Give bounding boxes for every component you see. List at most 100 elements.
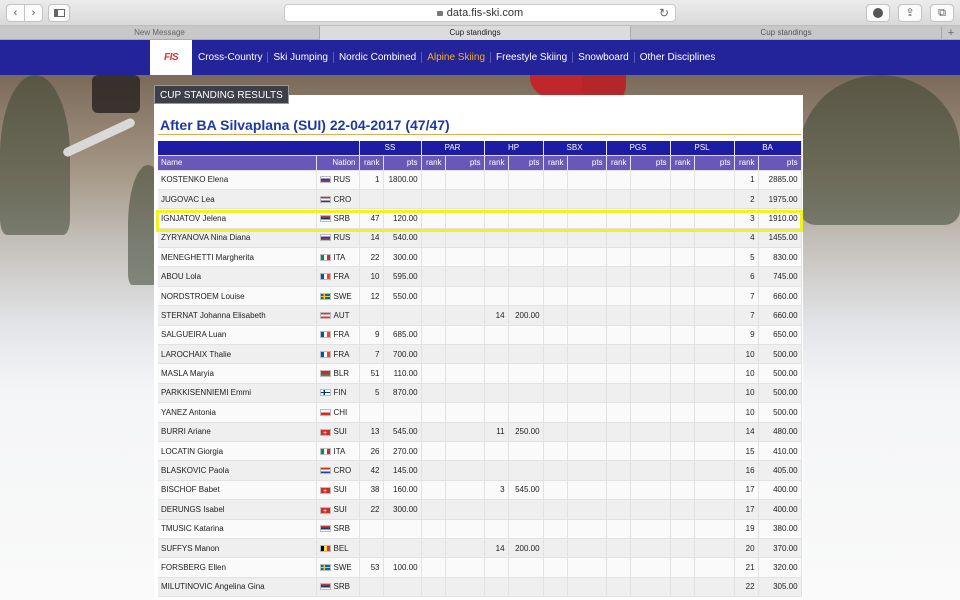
sidebar-toggle-button[interactable] — [48, 4, 70, 22]
par-pts-header[interactable]: pts — [445, 155, 485, 171]
athlete-name[interactable]: SUFFYS Manon — [158, 538, 317, 559]
par-rank-cell — [421, 325, 446, 346]
athlete-name[interactable]: SALGUEIRA Luan — [158, 325, 317, 346]
sbx-pts-cell — [567, 538, 607, 559]
tab-cup-standings-active[interactable]: Cup standings — [320, 26, 631, 40]
table-row[interactable]: DERUNGS Isabel + SUI 22 300.00 17 400.00 — [158, 499, 802, 520]
table-row[interactable]: BISCHOF Babet + SUI 38 160.00 3 545.00 17 400.00 — [158, 480, 802, 501]
sbx-rank-header[interactable]: rank — [543, 155, 568, 171]
table-row[interactable]: LOCATIN Giorgia ITA 26 270.00 15 410.00 — [158, 441, 802, 462]
table-row[interactable]: SUFFYS Manon BEL 14 200.00 20 370.00 — [158, 538, 802, 559]
athlete-name[interactable]: BISCHOF Babet — [158, 480, 317, 501]
fis-logo[interactable]: FIS — [150, 40, 192, 75]
table-row[interactable]: PARKKISENNIEMI Emmi FIN 5 870.00 10 500.00 — [158, 383, 802, 404]
athlete-name[interactable]: ABOU Lola — [158, 266, 317, 287]
nation-column-header[interactable]: Nation — [316, 155, 360, 171]
table-row[interactable]: JUGOVAC Lea CRO 2 1975.00 — [158, 189, 802, 210]
ba-pts-header[interactable]: pts — [758, 155, 802, 171]
nation-code: SUI — [333, 504, 347, 514]
pgs-rank-cell — [606, 499, 631, 520]
nav-link-alpine-skiing[interactable]: Alpine Skiing — [421, 52, 490, 63]
athlete-name[interactable]: BLASKOVIC Paola — [158, 460, 317, 481]
forward-button[interactable]: › — [24, 4, 43, 22]
par-pts-cell — [445, 189, 485, 210]
athlete-name[interactable]: YANEZ Antonia — [158, 402, 317, 423]
athlete-name[interactable]: PARKKISENNIEMI Emmi — [158, 383, 317, 404]
athlete-name[interactable]: MENEGHETTI Margherita — [158, 247, 317, 268]
sbx-rank-cell — [543, 247, 568, 268]
table-row[interactable]: LAROCHAIX Thalie FRA 7 700.00 10 500.00 — [158, 344, 802, 365]
pgs-rank-header[interactable]: rank — [606, 155, 631, 171]
par-rank-header[interactable]: rank — [421, 155, 446, 171]
table-row[interactable]: MASLA Maryia BLR 51 110.00 10 500.00 — [158, 363, 802, 384]
sbx-pts-cell — [567, 557, 607, 578]
hp-rank-cell: 11 — [484, 422, 509, 442]
ss-pts-header[interactable]: pts — [383, 155, 422, 171]
athlete-name[interactable]: MILUTINOVIC Angelina Gina — [158, 577, 317, 598]
ba-pts-cell: 830.00 — [758, 247, 802, 268]
sbx-rank-cell — [543, 344, 568, 365]
athlete-name[interactable]: MASLA Maryia — [158, 363, 317, 384]
par-pts-cell — [445, 383, 485, 404]
hp-pts-header[interactable]: pts — [508, 155, 544, 171]
group-header-hp: HP — [484, 141, 544, 156]
table-row[interactable]: STERNAT Johanna Elisabeth AUT 14 200.00 7 660… — [158, 305, 802, 326]
athlete-name[interactable]: DERUNGS Isabel — [158, 499, 317, 520]
sbx-pts-header[interactable]: pts — [567, 155, 607, 171]
nav-link-other-disciplines[interactable]: Other Disciplines — [633, 52, 721, 63]
nav-link-cross-country[interactable]: Cross-Country — [198, 52, 267, 63]
table-row[interactable]: YANEZ Antonia CHI 10 500.00 — [158, 402, 802, 423]
sbx-rank-cell — [543, 402, 568, 423]
athlete-name[interactable]: LAROCHAIX Thalie — [158, 344, 317, 365]
table-row[interactable]: MILUTINOVIC Angelina Gina SRB 22 305.00 — [158, 577, 802, 598]
table-row[interactable]: ABOU Lola FRA 10 595.00 6 745.00 — [158, 266, 802, 287]
tab-overview-button[interactable]: ⧉ — [930, 4, 954, 22]
athlete-name[interactable]: TMUSIC Katarina — [158, 519, 317, 539]
athlete-name[interactable]: KOSTENKO Elena — [158, 170, 317, 190]
table-row[interactable]: KOSTENKO Elena RUS 1 1800.00 1 2885.00 — [158, 170, 802, 190]
athlete-name[interactable]: NORDSTROEM Louise — [158, 286, 317, 307]
table-row[interactable]: MENEGHETTI Margherita ITA 22 300.00 5 830.00 — [158, 247, 802, 268]
tab-new-message[interactable]: New Message — [0, 26, 320, 40]
ba-rank-cell: 9 — [734, 325, 759, 346]
ss-rank-header[interactable]: rank — [359, 155, 384, 171]
athlete-name[interactable]: JUGOVAC Lea — [158, 189, 317, 210]
nation-cell: + SUI — [316, 480, 360, 501]
ba-pts-cell: 400.00 — [758, 480, 802, 501]
reload-icon[interactable]: ↻ — [659, 5, 669, 21]
athlete-name[interactable]: STERNAT Johanna Elisabeth — [158, 305, 317, 326]
title-divider — [158, 134, 801, 135]
table-row[interactable]: FORSBERG Ellen SWE 53 100.00 21 320.00 — [158, 557, 802, 578]
tab-cup-standings[interactable]: Cup standings — [631, 26, 942, 40]
ba-rank-header[interactable]: rank — [734, 155, 759, 171]
name-column-header[interactable]: Name — [158, 155, 317, 171]
pgs-rank-cell — [606, 480, 631, 501]
table-row[interactable]: NORDSTROEM Louise SWE 12 550.00 7 660.00 — [158, 286, 802, 307]
sbx-rank-cell — [543, 519, 568, 539]
hp-pts-cell — [508, 383, 544, 404]
psl-rank-header[interactable]: rank — [670, 155, 695, 171]
nav-link-snowboard[interactable]: Snowboard — [572, 52, 634, 63]
pgs-pts-header[interactable]: pts — [630, 155, 671, 171]
table-row[interactable]: BLASKOVIC Paola CRO 42 145.00 16 405.00 — [158, 460, 802, 481]
nav-link-nordic-combined[interactable]: Nordic Combined — [332, 52, 421, 63]
downloads-button[interactable] — [866, 4, 890, 22]
athlete-name[interactable]: LOCATIN Giorgia — [158, 441, 317, 462]
nav-link-ski-jumping[interactable]: Ski Jumping — [267, 52, 332, 63]
sbx-pts-cell — [567, 441, 607, 462]
address-bar[interactable]: data.fis-ski.com ↻ — [284, 4, 676, 22]
back-button[interactable]: ‹ — [6, 4, 25, 22]
table-row[interactable]: BURRI Ariane + SUI 13 545.00 11 250.00 14 480.00 — [158, 422, 802, 442]
share-button[interactable]: ⇪ — [898, 4, 922, 22]
table-row[interactable]: SALGUEIRA Luan FRA 9 685.00 9 650.00 — [158, 325, 802, 346]
athlete-name[interactable]: BURRI Ariane — [158, 422, 317, 442]
flag-icon — [319, 467, 331, 475]
psl-rank-cell — [670, 189, 695, 210]
ss-rank-cell: 10 — [359, 266, 384, 287]
new-tab-button[interactable]: + — [942, 26, 960, 40]
hp-rank-header[interactable]: rank — [484, 155, 509, 171]
nav-link-freestyle-skiing[interactable]: Freestyle Skiing — [490, 52, 572, 63]
athlete-name[interactable]: FORSBERG Ellen — [158, 557, 317, 578]
table-row[interactable]: TMUSIC Katarina SRB 19 380.00 — [158, 519, 802, 539]
psl-pts-header[interactable]: pts — [694, 155, 735, 171]
